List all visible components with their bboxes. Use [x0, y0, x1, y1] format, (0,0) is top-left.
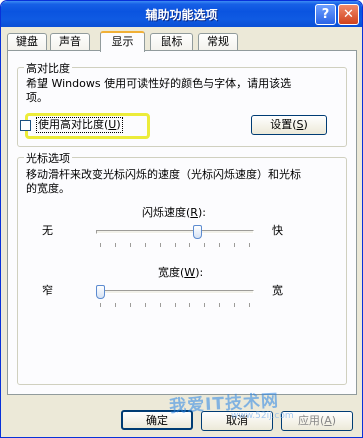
display-tab-panel: 高对比度 希望 Windows 使用可读性好的颜色与字体，请用该选 项。 使用高…: [7, 50, 357, 395]
width-label: 宽度(W):: [158, 266, 204, 279]
width-text: 宽度: [158, 266, 180, 279]
cursor-desc-line1: 移动滑杆来改变光标闪烁的速度（光标闪烁速度）和光标: [26, 168, 301, 181]
slider-tick: [114, 243, 116, 247]
high-contrast-checkbox[interactable]: [20, 120, 31, 131]
blink-rate-hotkey: R: [190, 206, 198, 219]
slider-tick: [219, 243, 221, 247]
slider-tick: [100, 243, 101, 247]
apply-button-label: 应用: [297, 414, 320, 427]
slider-tick: [204, 243, 206, 247]
cursor-options-legend: 光标选项: [24, 150, 72, 166]
high-contrast-description: 希望 Windows 使用可读性好的颜色与字体，请用该选 项。: [26, 77, 346, 105]
settings-button-label: 设置: [270, 118, 293, 131]
width-max-label: 宽: [272, 284, 283, 297]
help-button[interactable]: ?: [315, 4, 336, 25]
high-contrast-desc-line1: 希望 Windows 使用可读性好的颜色与字体，请用该选: [26, 77, 292, 90]
tab-strip: 键盘 声音 显示 鼠标 常规: [7, 31, 357, 52]
settings-hotkey: S: [296, 118, 304, 131]
settings-button[interactable]: 设置(S): [251, 115, 327, 135]
apply-hotkey: A: [324, 414, 332, 427]
slider-tick: [100, 303, 101, 307]
slider-tick: [174, 243, 176, 247]
blink-rate-slider-track[interactable]: [96, 230, 254, 234]
slider-tick: [189, 243, 191, 247]
tab-general[interactable]: 常规: [198, 33, 238, 50]
close-button[interactable]: ✕: [338, 4, 359, 25]
blink-rate-slider-thumb[interactable]: [192, 225, 202, 239]
tab-sound[interactable]: 声音: [50, 33, 90, 50]
tab-keyboard[interactable]: 键盘: [7, 33, 47, 50]
slider-tick: [129, 243, 131, 247]
width-slider-track[interactable]: [96, 290, 254, 294]
slider-tick: [249, 243, 250, 247]
width-slider-thumb[interactable]: [96, 285, 105, 299]
slider-tick: [249, 303, 250, 307]
tab-mouse[interactable]: 鼠标: [150, 33, 193, 50]
width-min-label: 窄: [42, 284, 53, 297]
slider-tick: [144, 303, 146, 307]
high-contrast-desc-line2: 项。: [26, 91, 48, 104]
checkbox-hotkey: U: [108, 118, 117, 131]
slider-tick: [234, 303, 236, 307]
slider-tick: [219, 303, 221, 307]
title-bar[interactable]: 辅助功能选项 ? ✕: [1, 1, 362, 27]
blink-rate-ticks: [96, 243, 254, 248]
slider-tick: [129, 303, 131, 307]
blink-min-label: 无: [42, 224, 53, 237]
high-contrast-legend: 高对比度: [24, 60, 72, 76]
slider-tick: [159, 243, 161, 247]
cursor-options-description: 移动滑杆来改变光标闪烁的速度（光标闪烁速度）和光标 的宽度。: [26, 168, 348, 196]
slider-tick: [159, 303, 161, 307]
slider-tick: [204, 303, 206, 307]
high-contrast-checkbox-label[interactable]: 使用高对比度(U): [36, 117, 123, 133]
slider-tick: [189, 303, 191, 307]
tab-display[interactable]: 显示: [100, 31, 145, 52]
slider-tick: [174, 303, 176, 307]
width-ticks: [96, 303, 254, 308]
blink-rate-text: 闪烁速度: [142, 206, 186, 219]
cursor-desc-line2: 的宽度。: [26, 182, 70, 195]
blink-max-label: 快: [272, 224, 283, 237]
accessibility-options-dialog: 辅助功能选项 ? ✕ 键盘 声音 显示 鼠标 常规 高对比度 希望 Window…: [0, 0, 363, 438]
blink-rate-label: 闪烁速度(R):: [142, 206, 206, 219]
watermark-url: www.52ij.com: [231, 411, 294, 421]
checkbox-label-text: 使用高对比度: [38, 118, 104, 131]
slider-tick: [144, 243, 146, 247]
slider-tick: [114, 303, 116, 307]
width-hotkey: W: [184, 266, 196, 279]
slider-tick: [234, 243, 236, 247]
window-title: 辅助功能选项: [145, 8, 218, 22]
